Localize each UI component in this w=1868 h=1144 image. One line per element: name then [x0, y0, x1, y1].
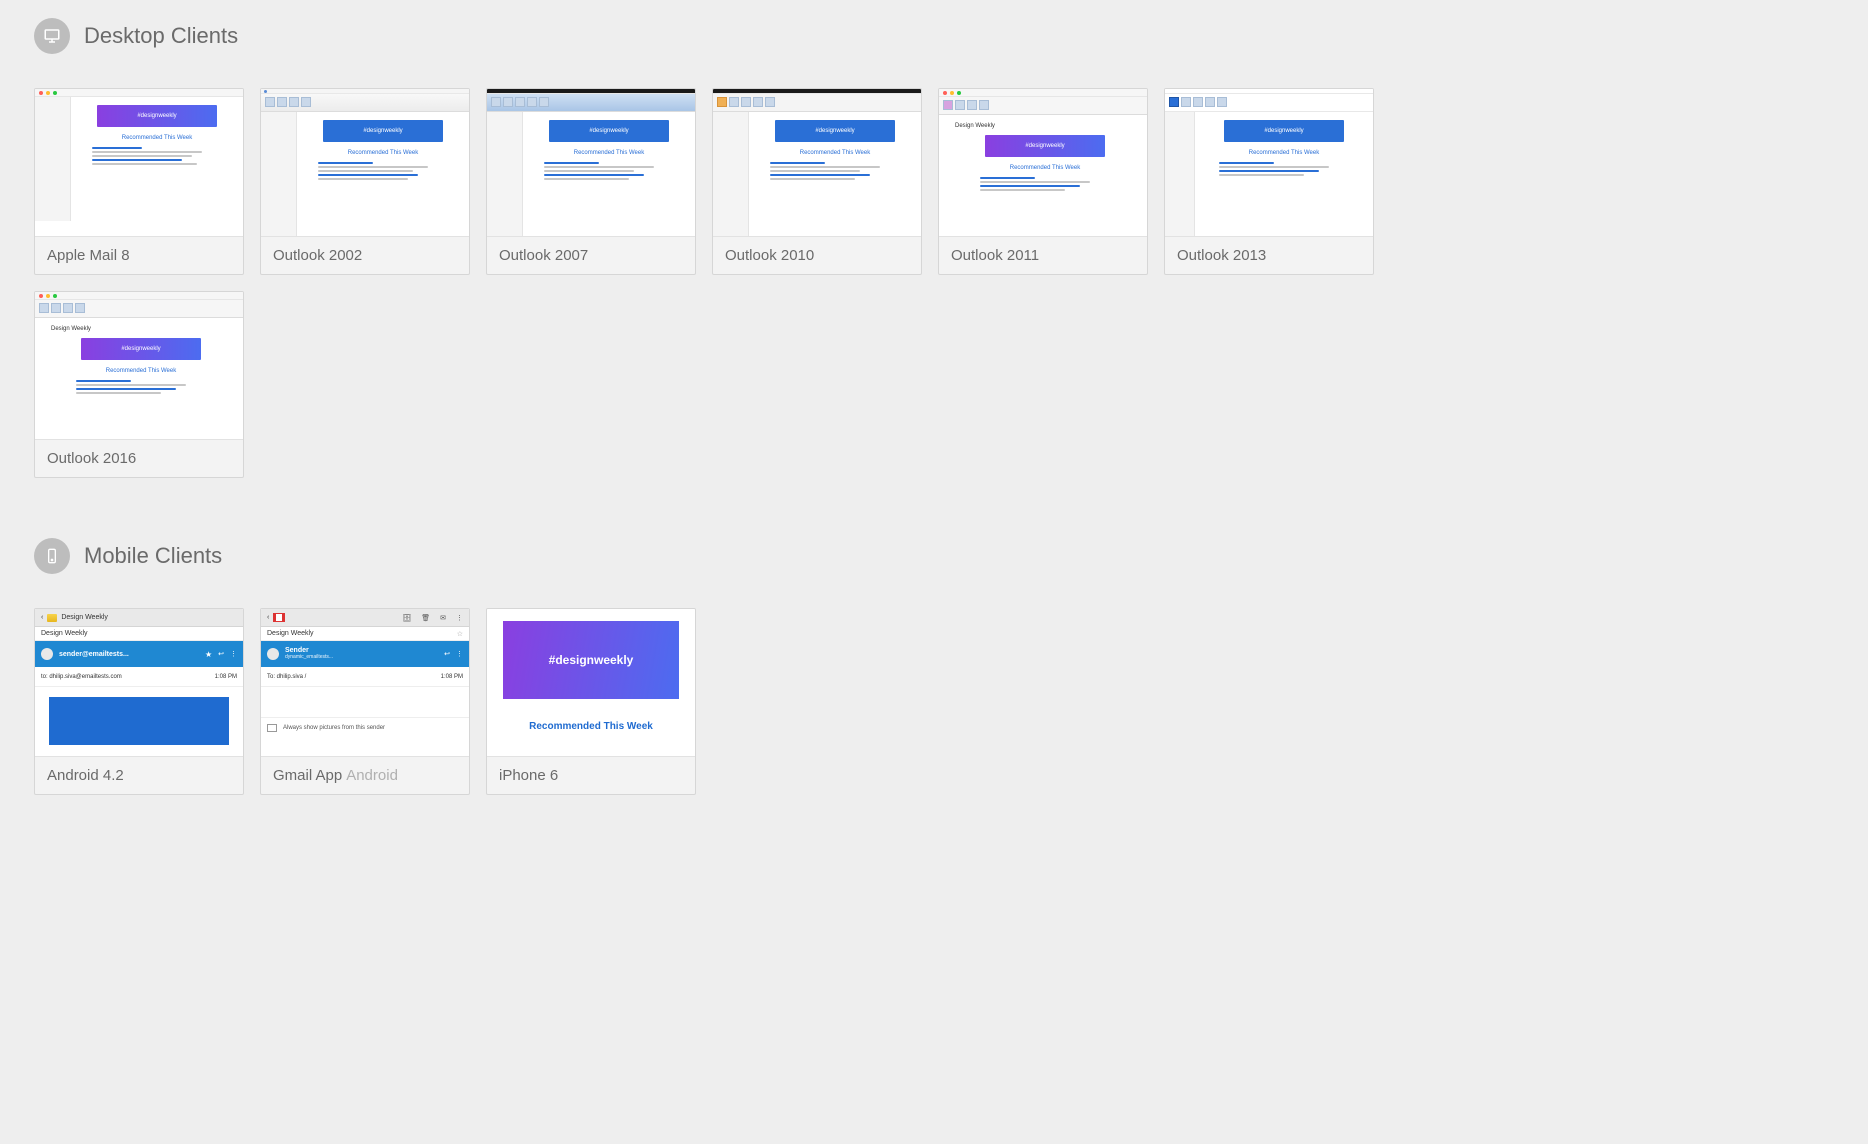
client-label: Gmail AppAndroid [261, 757, 469, 794]
client-label: Android 4.2 [35, 757, 243, 794]
mail-icon: ✉ [440, 614, 446, 622]
gmail-icon [273, 613, 285, 622]
desktop-icon [34, 18, 70, 54]
client-thumbnail: Design Weekly #designweekly Recommended … [939, 89, 1147, 237]
section-title-mobile: Mobile Clients [84, 543, 222, 569]
client-thumbnail: Design Weekly #designweekly Recommended … [35, 292, 243, 440]
client-thumbnail: #designweekly Recommended This Week [713, 89, 921, 237]
client-card-outlook-2007[interactable]: #designweekly Recommended This Week Outl… [486, 88, 696, 275]
section-header-mobile: Mobile Clients [34, 538, 1834, 574]
client-label: Outlook 2007 [487, 237, 695, 274]
client-label: Outlook 2016 [35, 440, 243, 477]
trash-icon: 🗑 [421, 614, 430, 622]
client-thumbnail: #designweekly Recommended This Week [487, 609, 695, 757]
desktop-grid: #designweekly Recommended This Week Appl… [34, 88, 1834, 478]
menu-icon: ⋮ [456, 614, 463, 622]
reply-icon: ↩ [218, 650, 224, 658]
client-label: Outlook 2011 [939, 237, 1147, 274]
back-icon: ‹ [267, 614, 269, 621]
client-thumbnail: ‹ Design Weekly Design Weekly sender@ema… [35, 609, 243, 757]
client-thumbnail: #designweekly Recommended This Week [261, 89, 469, 237]
client-card-outlook-2016[interactable]: Design Weekly #designweekly Recommended … [34, 291, 244, 478]
mobile-grid: ‹ Design Weekly Design Weekly sender@ema… [34, 608, 1834, 795]
avatar-icon [41, 648, 53, 660]
reply-icon: ↩ [444, 650, 450, 658]
image-icon [267, 724, 277, 732]
section-desktop-clients: Desktop Clients #designweekly Recommende… [34, 18, 1834, 478]
menu-icon: ⋮ [456, 650, 463, 658]
client-card-android-4-2[interactable]: ‹ Design Weekly Design Weekly sender@ema… [34, 608, 244, 795]
app-icon [47, 614, 57, 622]
client-card-apple-mail-8[interactable]: #designweekly Recommended This Week Appl… [34, 88, 244, 275]
client-label: Apple Mail 8 [35, 237, 243, 274]
client-card-outlook-2010[interactable]: #designweekly Recommended This Week Outl… [712, 88, 922, 275]
client-thumbnail: #designweekly Recommended This Week [35, 89, 243, 237]
archive-icon: 🗄 [402, 614, 411, 622]
client-card-outlook-2002[interactable]: #designweekly Recommended This Week Outl… [260, 88, 470, 275]
client-card-outlook-2011[interactable]: Design Weekly #designweekly Recommended … [938, 88, 1148, 275]
section-header-desktop: Desktop Clients [34, 18, 1834, 54]
client-thumbnail: #designweekly Recommended This Week [1165, 89, 1373, 237]
client-card-outlook-2013[interactable]: #designweekly Recommended This Week Outl… [1164, 88, 1374, 275]
client-card-gmail-app-android[interactable]: ‹ 🗄 🗑 ✉ ⋮ Design Weekly ☆ S [260, 608, 470, 795]
back-icon: ‹ [41, 614, 43, 621]
menu-icon: ⋮ [230, 650, 237, 658]
mobile-icon [34, 538, 70, 574]
section-title-desktop: Desktop Clients [84, 23, 238, 49]
client-label: Outlook 2013 [1165, 237, 1373, 274]
client-thumbnail: #designweekly Recommended This Week [487, 89, 695, 237]
client-card-iphone-6[interactable]: #designweekly Recommended This Week iPho… [486, 608, 696, 795]
client-label: Outlook 2002 [261, 237, 469, 274]
client-thumbnail: ‹ 🗄 🗑 ✉ ⋮ Design Weekly ☆ S [261, 609, 469, 757]
client-label: iPhone 6 [487, 757, 695, 794]
client-label: Outlook 2010 [713, 237, 921, 274]
section-mobile-clients: Mobile Clients ‹ Design Weekly Design We… [34, 538, 1834, 795]
avatar-icon [267, 648, 279, 660]
